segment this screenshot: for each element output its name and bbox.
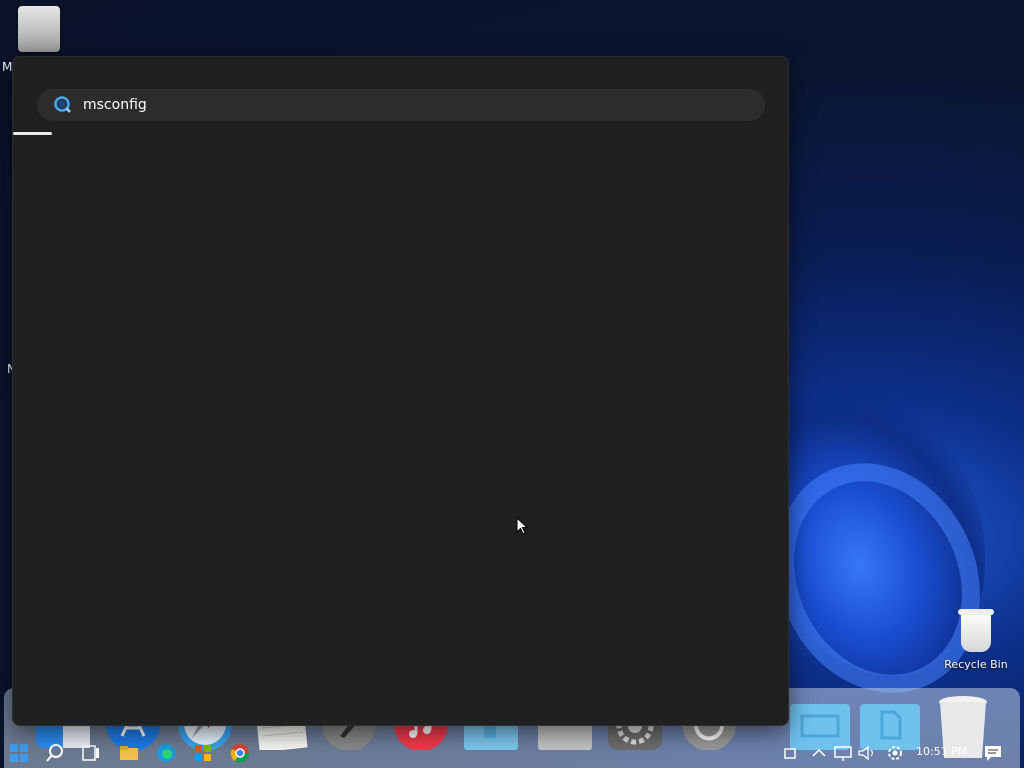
start-icon[interactable] — [8, 742, 30, 764]
recycle-bin-label: Recycle Bin — [944, 658, 1008, 671]
search-input[interactable] — [81, 96, 725, 114]
file-explorer-icon[interactable] — [118, 742, 140, 764]
loading-progress — [13, 132, 788, 135]
loading-progress-fill — [13, 132, 52, 135]
edge-icon[interactable] — [155, 742, 177, 764]
search-icon[interactable] — [44, 742, 66, 764]
desktop-icon-recycle-bin[interactable]: Recycle Bin — [940, 609, 1012, 671]
gear-icon[interactable] — [884, 742, 906, 764]
chrome-icon[interactable] — [229, 742, 251, 764]
recycle-bin-icon — [958, 609, 994, 652]
hard-drive-icon — [18, 6, 60, 52]
mouse-cursor-icon — [516, 516, 530, 537]
search-icon — [51, 94, 73, 116]
clock[interactable]: 10:51 PM — [916, 745, 967, 758]
desktop-icon-mac-hd[interactable] — [14, 6, 64, 52]
search-bar[interactable] — [37, 89, 765, 121]
tray-app-icon[interactable] — [780, 742, 802, 764]
chevron-up-icon[interactable] — [808, 742, 830, 764]
task-view-icon[interactable] — [80, 742, 102, 764]
start-search-panel — [12, 56, 789, 726]
store-icon[interactable] — [192, 742, 214, 764]
desktop-icon-label: M — [2, 60, 13, 74]
volume-icon[interactable] — [856, 742, 878, 764]
notification-icon[interactable] — [982, 742, 1004, 764]
network-icon[interactable] — [832, 742, 854, 764]
